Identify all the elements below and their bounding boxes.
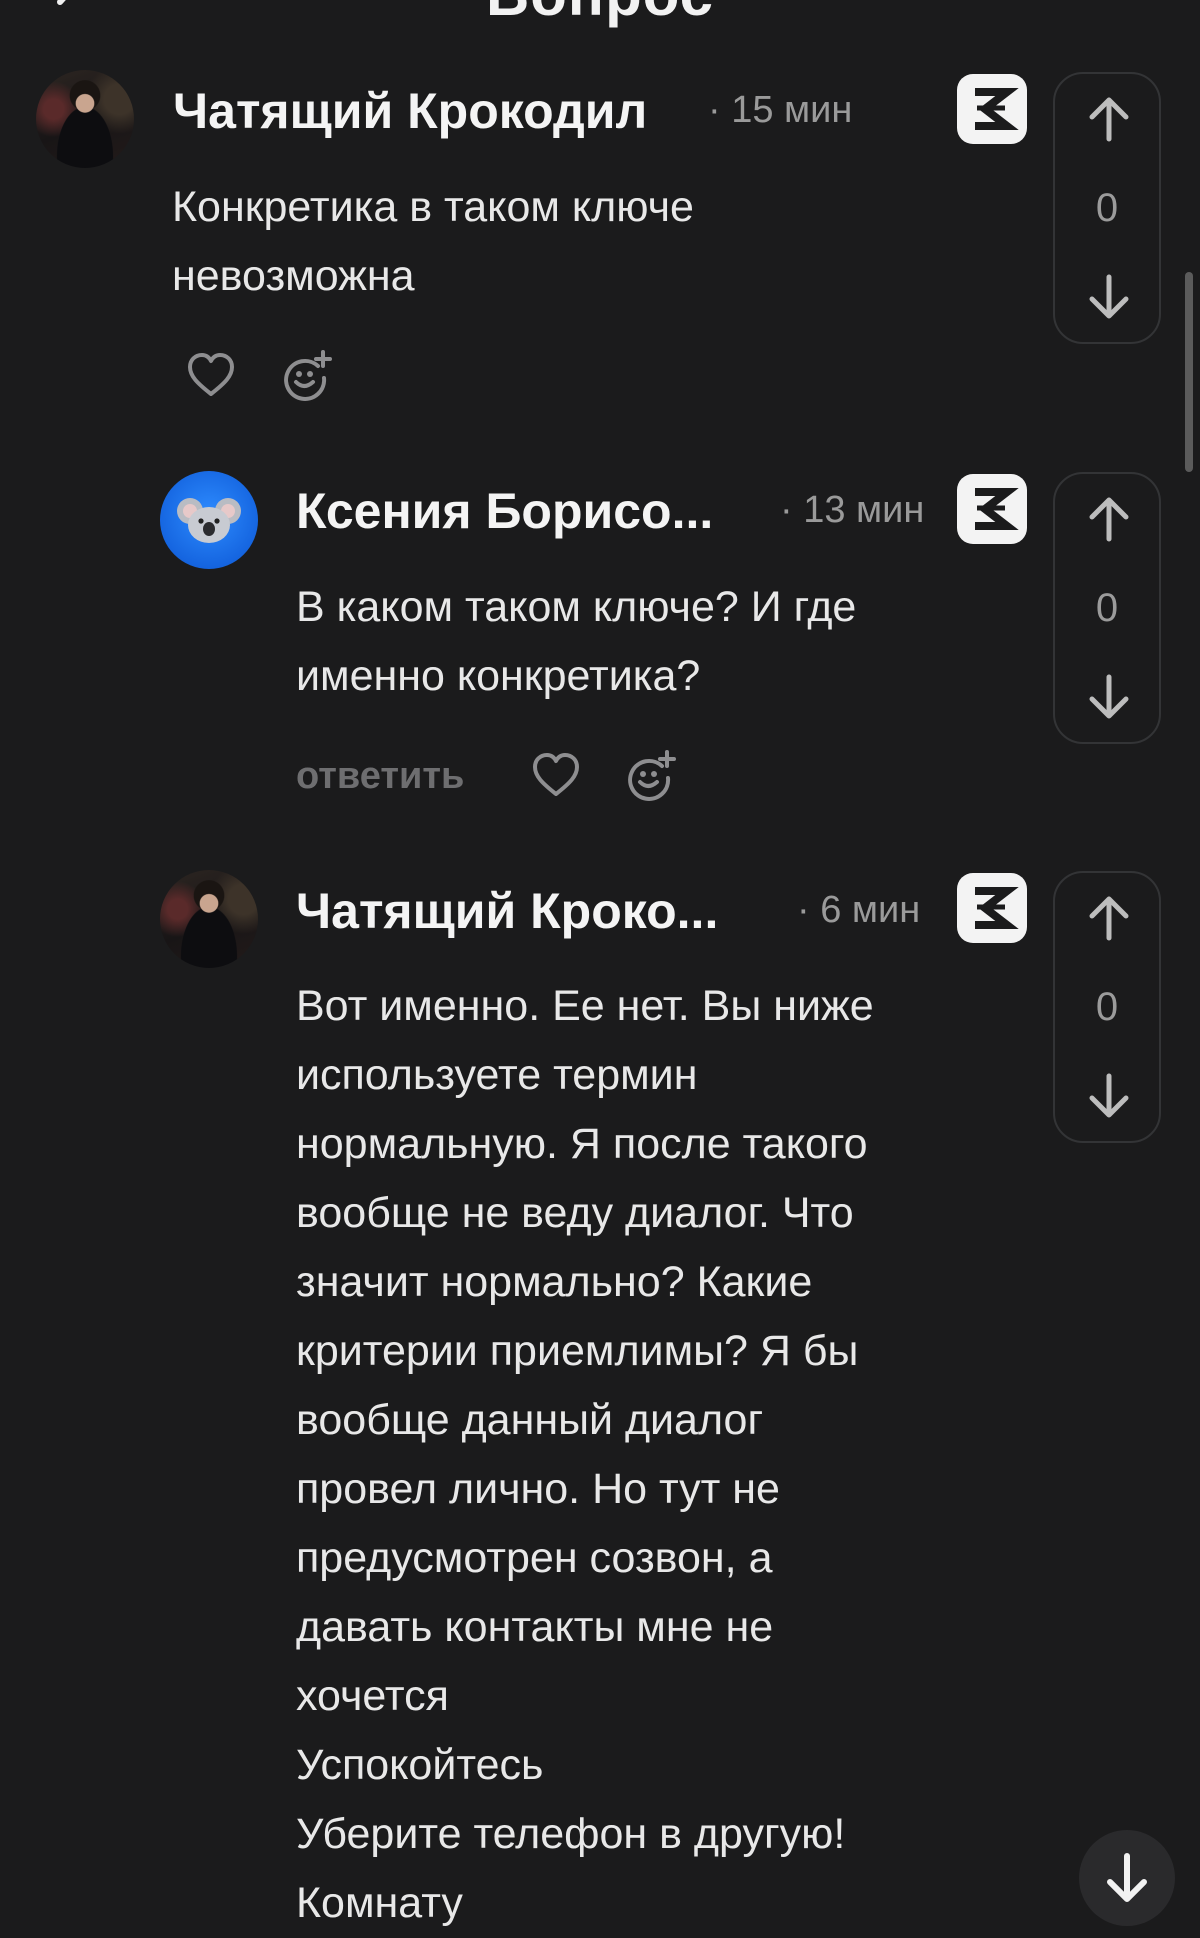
back-chevron-icon[interactable]: [44, 0, 94, 22]
vote-count: 0: [1095, 985, 1119, 1029]
koala-icon: [177, 498, 241, 543]
upvote-arrow-icon[interactable]: [1084, 494, 1134, 544]
badge-logo-icon: [975, 488, 1019, 530]
scroll-to-bottom-button[interactable]: [1079, 1830, 1175, 1926]
avatar[interactable]: [36, 70, 134, 168]
vote-box: 0: [1053, 72, 1161, 344]
comment-text: В каком таком ключе? И где именно конкре…: [296, 583, 857, 700]
page-title: Вопрос: [0, 0, 1200, 29]
add-reaction-icon[interactable]: [280, 350, 332, 402]
author-badge: [957, 74, 1027, 144]
vote-count: 0: [1095, 586, 1119, 630]
comment-author[interactable]: Чатящий Кроко...: [296, 882, 718, 940]
badge-logo-icon: [975, 887, 1019, 929]
avatar[interactable]: [160, 870, 258, 968]
author-badge: [957, 873, 1027, 943]
reply-button[interactable]: ответить: [296, 755, 464, 798]
scrollbar[interactable]: [1185, 272, 1193, 472]
comment-time: · 6 мин: [797, 889, 921, 931]
comment-text: Конкретика в таком ключе невозможна: [172, 183, 694, 300]
arrow-down-icon: [1107, 1853, 1147, 1902]
add-reaction-icon[interactable]: [624, 750, 676, 802]
downvote-arrow-icon[interactable]: [1084, 272, 1134, 322]
comment-time: · 13 мин: [780, 489, 925, 531]
downvote-arrow-icon[interactable]: [1084, 1071, 1134, 1121]
upvote-arrow-icon[interactable]: [1084, 94, 1134, 144]
comment-text: Вот именно. Ее нет. Вы ниже используете …: [296, 982, 874, 1927]
badge-logo-icon: [975, 88, 1019, 130]
author-badge: [957, 474, 1027, 544]
comment-author[interactable]: Чатящий Крокодил: [173, 82, 647, 140]
comment-author[interactable]: Ксения Борисо...: [296, 482, 713, 540]
heart-icon[interactable]: [185, 350, 237, 402]
avatar[interactable]: [160, 471, 258, 569]
comment-time: · 15 мин: [708, 89, 853, 131]
vote-count: 0: [1095, 186, 1119, 230]
heart-icon[interactable]: [530, 750, 582, 802]
upvote-arrow-icon[interactable]: [1084, 893, 1134, 943]
vote-box: 0: [1053, 472, 1161, 744]
vote-box: 0: [1053, 871, 1161, 1143]
downvote-arrow-icon[interactable]: [1084, 672, 1134, 722]
